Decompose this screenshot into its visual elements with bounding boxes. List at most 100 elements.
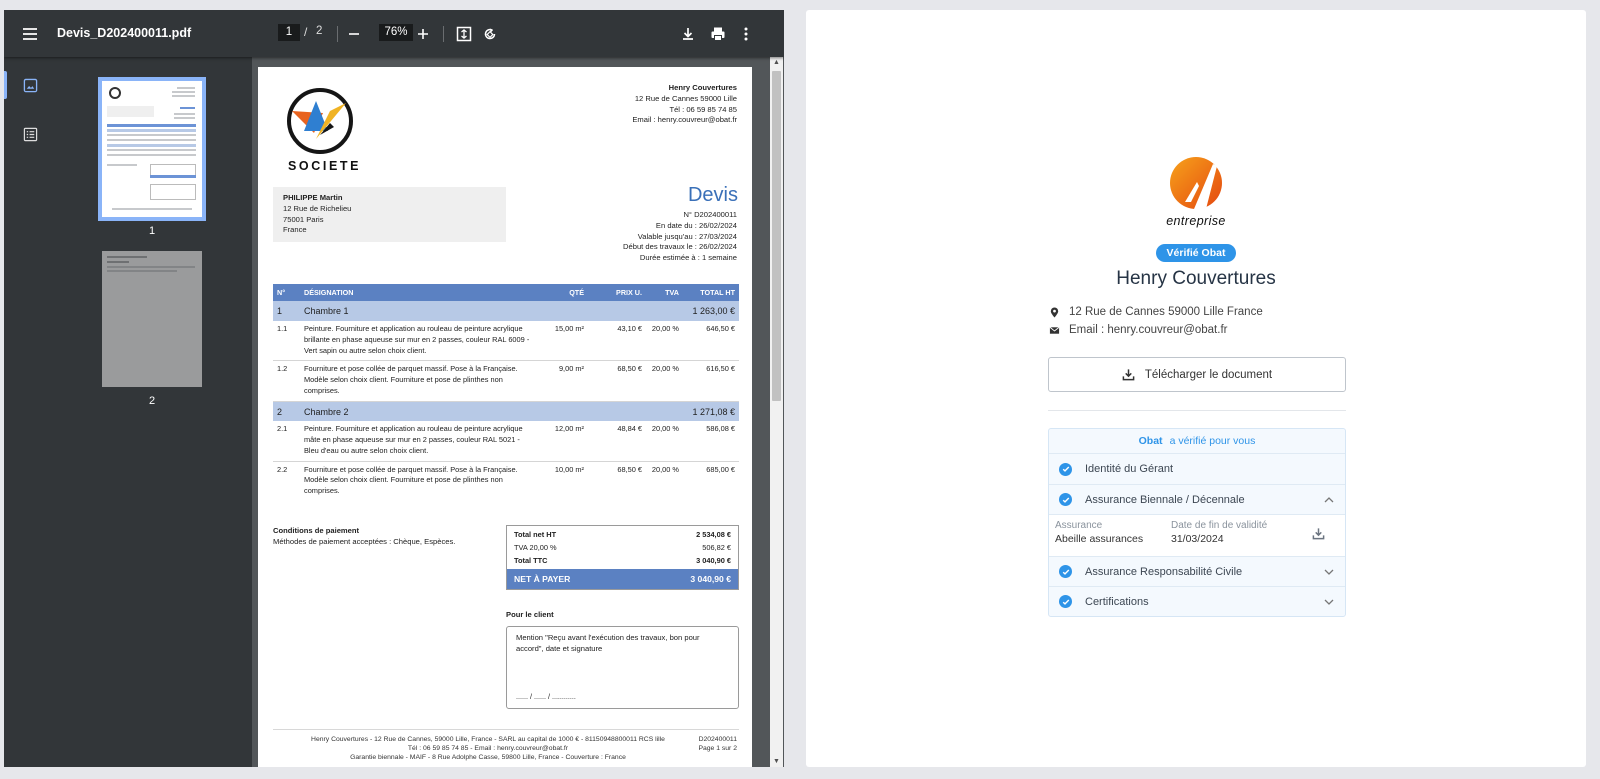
payment-conditions-title: Conditions de paiement <box>273 526 360 535</box>
section-divider <box>1048 410 1346 411</box>
menu-button[interactable] <box>16 20 44 48</box>
zoom-out-button[interactable] <box>340 20 368 48</box>
quote-duration: Durée estimée à : 1 semaine <box>639 253 737 263</box>
page-separator: / <box>304 25 308 39</box>
outline-view-button[interactable] <box>19 123 41 145</box>
item-total: 685,00 € <box>706 464 735 474</box>
rotate-button[interactable] <box>476 20 504 48</box>
document-scrollbar[interactable]: ▲ ▼ <box>770 57 783 767</box>
company-phone: Tél : 06 59 85 74 85 <box>669 104 737 114</box>
fit-page-icon <box>456 26 472 42</box>
total-ttc-row: Total TTC 3 040,90 € <box>507 554 738 567</box>
client-city: 75001 Paris <box>283 214 324 224</box>
item-num: 2.1 <box>273 421 300 462</box>
scroll-up-icon[interactable]: ▲ <box>773 59 780 66</box>
print-button[interactable] <box>704 20 732 48</box>
table-row: 2.2 Fourniture et pose collée de parquet… <box>273 461 739 501</box>
client-box: PHILIPPE Martin 12 Rue de Richelieu 7500… <box>273 187 506 242</box>
assurance-value: Abeille assurances <box>1055 533 1144 545</box>
item-qty: 9,00 m² <box>540 360 588 402</box>
col-qty: QTÉ <box>540 284 588 301</box>
footer-line-1: Henry Couvertures - 12 Rue de Cannes, 59… <box>311 736 665 743</box>
download-certificate-icon[interactable] <box>1312 527 1325 540</box>
item-desc: Peinture. Fourniture et application au r… <box>300 421 540 462</box>
location-pin-icon <box>1050 306 1059 318</box>
client-name: PHILIPPE Martin <box>283 193 343 202</box>
company-email-text: Email : henry.couvreur@obat.fr <box>1069 324 1228 336</box>
table-header-row: N° DÉSIGNATION QTÉ PRIX U. TVA TOTAL HT <box>273 284 739 301</box>
accordion-certifications[interactable]: Certifications <box>1049 586 1345 616</box>
list-icon <box>23 127 37 141</box>
mail-icon <box>1049 326 1060 334</box>
download-button[interactable] <box>674 20 702 48</box>
thumbnails-view-button[interactable] <box>19 74 41 96</box>
col-vat: TVA <box>646 284 683 301</box>
thumbnail-label: 1 <box>148 225 156 237</box>
company-logo-icon <box>287 88 353 154</box>
toolbar-divider <box>337 26 338 42</box>
item-vat: 20,00 % <box>646 421 683 462</box>
section-row: 2 Chambre 2 1 271,08 € <box>273 401 739 422</box>
rotate-icon <box>484 28 496 40</box>
col-designation: DÉSIGNATION <box>300 284 540 301</box>
item-price: 68,50 € <box>588 360 646 402</box>
footer-page-count: Page 1 sur 2 <box>698 745 737 753</box>
download-icon <box>683 28 693 40</box>
client-street: 12 Rue de Richelieu <box>283 203 352 213</box>
section-num: 2 <box>273 401 300 422</box>
total-net-ht-label: Total net HT <box>514 530 557 539</box>
item-price: 43,10 € <box>588 321 646 362</box>
check-identity: Identité du Gérant <box>1049 454 1345 484</box>
check-identity-label: Identité du Gérant <box>1085 463 1174 475</box>
item-total: 616,50 € <box>683 360 739 402</box>
thumbnail-page-1[interactable]: 1 <box>98 77 206 237</box>
scroll-thumb[interactable] <box>772 71 781 401</box>
chevron-down-icon[interactable] <box>1323 566 1335 578</box>
document-title: Devis <box>687 184 738 206</box>
quote-valid-until: Valable jusqu'au : 27/03/2024 <box>637 231 737 241</box>
section-title: Chambre 2 <box>300 401 683 422</box>
item-num: 2.2 <box>277 464 288 474</box>
page-number-input[interactable]: 1 <box>278 24 300 41</box>
item-num: 1.1 <box>273 321 300 362</box>
more-options-button[interactable] <box>732 20 760 48</box>
download-document-label: Télécharger le document <box>1144 368 1273 381</box>
accordion-rc[interactable]: Assurance Responsabilité Civile <box>1049 556 1345 586</box>
totals-box: Total net HT 2 534,08 € TVA 20,00 % 506,82… <box>506 525 739 590</box>
scroll-down-icon[interactable]: ▼ <box>773 758 780 765</box>
item-total: 646,50 € <box>683 321 739 362</box>
quote-start-date: Début des travaux le : 26/02/2024 <box>623 242 737 252</box>
zoom-in-button[interactable] <box>409 20 437 48</box>
thumbnail-page-2[interactable]: 2 <box>102 251 202 407</box>
assurance-details: Assurance Abeille assurances Date de fin… <box>1049 514 1345 556</box>
item-vat: 20,00 % <box>651 464 679 474</box>
company-address-line: 12 Rue de Cannes 59000 Lille France <box>1049 306 1263 318</box>
check-circle-icon <box>1059 595 1072 608</box>
accordion-biennale[interactable]: Assurance Biennale / Décennale <box>1049 484 1345 514</box>
zoom-input[interactable]: 76% <box>379 24 413 41</box>
chevron-down-icon[interactable] <box>1323 596 1335 608</box>
print-icon <box>711 27 725 41</box>
table-row: 2.1 Peinture. Fourniture et application … <box>273 421 739 462</box>
client-country: France <box>283 225 307 235</box>
fit-page-button[interactable] <box>450 20 478 48</box>
assurance-end-value: 31/03/2024 <box>1171 533 1224 545</box>
quote-date: En date du : 26/02/2024 <box>655 220 737 230</box>
net-to-pay-row: NET À PAYER 3 040,90 € <box>507 569 738 589</box>
check-circle-icon <box>1059 565 1072 578</box>
toolbar-divider <box>443 26 444 42</box>
footer-line-3: Garantie biennale - MAIF - 8 Rue Adolphe… <box>350 754 626 762</box>
company-block: Henry Couvertures 12 Rue de Cannes 59000… <box>517 83 737 126</box>
chevron-up-icon[interactable] <box>1323 494 1335 506</box>
company-logo-text: SOCIETE <box>288 159 362 173</box>
rail-active-indicator <box>4 71 7 99</box>
item-price: 48,84 € <box>588 421 646 462</box>
section-row: 1 Chambre 1 1 263,00 € <box>273 301 739 321</box>
company-email: Email : henry.couvreur@obat.fr <box>632 115 737 125</box>
total-ttc-label: Total TTC <box>514 556 548 565</box>
download-document-button[interactable]: Télécharger le document <box>1048 357 1346 392</box>
item-vat: 20,00 % <box>646 360 683 402</box>
total-ttc-value: 3 040,90 € <box>696 556 731 565</box>
footer-divider <box>273 729 739 730</box>
item-num: 1.2 <box>273 360 300 402</box>
